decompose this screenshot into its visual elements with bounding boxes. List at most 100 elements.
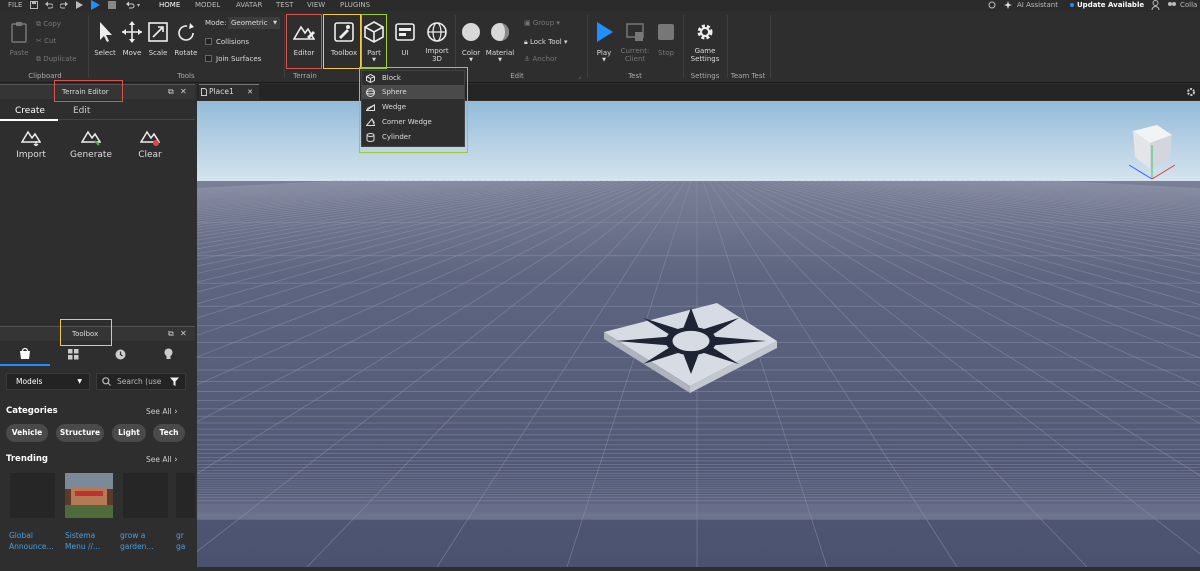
editor-highlight-box (286, 14, 322, 69)
creations-bulb-icon[interactable] (164, 348, 173, 360)
viewport-settings-gear-icon[interactable] (1186, 87, 1196, 97)
group-icon: ▣ (524, 19, 533, 27)
tab-create[interactable]: Create (15, 106, 45, 116)
menu-plugins[interactable]: PLUGINS (340, 1, 370, 10)
collaborate-icon[interactable] (1167, 1, 1176, 9)
group-button[interactable]: ▣ Group ▾ (524, 19, 560, 27)
mode-dropdown[interactable]: Geometric ▼ (228, 17, 280, 29)
ai-sparkle-icon[interactable] (1004, 1, 1012, 9)
trending-tile-caption[interactable]: Global Announce... (9, 530, 63, 552)
rotate-tool-button[interactable]: Rotate (172, 21, 200, 57)
stop-button[interactable]: Stop (654, 21, 678, 57)
play-blue-icon[interactable] (90, 0, 100, 10)
copy-button[interactable]: ⧉ Copy (36, 20, 61, 29)
team-test-group-label: Team Test (730, 72, 766, 80)
tab-edit[interactable]: Edit (73, 106, 90, 116)
cut-button[interactable]: ✂ Cut (36, 37, 56, 45)
category-chip-tech[interactable]: Tech (153, 424, 185, 442)
toolbox-popout-icon[interactable]: ⧉ (168, 329, 174, 339)
stop-small-icon[interactable] (108, 1, 116, 9)
join-surfaces-checkbox[interactable]: Join Surfaces (205, 55, 261, 63)
color-button[interactable]: Color ▼ (458, 21, 484, 63)
category-chip-vehicle[interactable]: Vehicle (6, 424, 48, 442)
trending-tile-caption[interactable]: grow a garden... (120, 530, 174, 552)
terrain-generate-button[interactable]: Generate (66, 128, 116, 160)
trending-tile-thumbnail[interactable] (10, 473, 55, 518)
3d-viewport[interactable] (197, 101, 1200, 567)
share-icon[interactable] (1151, 0, 1160, 10)
categories-see-all-link[interactable]: See All › (146, 407, 178, 417)
asset-type-dropdown[interactable]: Models ▼ (6, 373, 90, 390)
test-group-label: Test (628, 72, 642, 80)
sky (197, 101, 1200, 181)
material-button[interactable]: Material ▼ (484, 21, 516, 63)
category-chip-structure[interactable]: Structure (56, 424, 104, 442)
rotate-icon (178, 23, 194, 41)
ui-button[interactable]: UI (393, 21, 417, 57)
update-available-button[interactable]: Update Available (1077, 1, 1144, 10)
mode-label: Mode: (205, 19, 227, 27)
menu-view[interactable]: VIEW (307, 1, 325, 10)
scale-tool-button[interactable]: Scale (146, 21, 170, 57)
menu-avatar[interactable]: AVATAR (236, 1, 262, 10)
part-highlight-box (361, 14, 387, 69)
category-chip-light[interactable]: Light (112, 424, 146, 442)
menu-test[interactable]: TEST (276, 1, 293, 10)
trending-see-all-link[interactable]: See All › (146, 455, 178, 465)
ai-assistant-button[interactable]: AI Assistant (1017, 1, 1058, 10)
menu-home[interactable]: HOME (159, 1, 181, 12)
trending-tile-thumbnail[interactable] (123, 473, 168, 518)
collaborate-label[interactable]: Colla (1180, 1, 1197, 10)
current-client-button[interactable]: Current: Client (618, 21, 652, 63)
toolbox-close-icon[interactable]: ✕ (180, 329, 187, 338)
tab-place1[interactable]: Place1 ✕ (199, 84, 259, 100)
undo-small-icon[interactable] (45, 1, 53, 9)
menu-model[interactable]: MODEL (195, 1, 220, 10)
game-settings-button[interactable]: Game Settings (688, 21, 722, 63)
stop-icon (658, 24, 674, 40)
select-tool-button[interactable]: Select (92, 21, 118, 57)
import-3d-button[interactable]: Import 3D (422, 21, 452, 63)
redo-small-icon[interactable] (60, 1, 68, 9)
filter-icon[interactable] (170, 377, 179, 386)
ribbon: Paste ⧉ Copy ✂ Cut ⧉ Duplicate Clipboard… (0, 11, 1200, 83)
lock-tool-button[interactable]: 🔒︎ Lock Tool ▾ (524, 38, 568, 47)
settings-small-icon[interactable] (988, 1, 996, 9)
play-button[interactable]: Play ▼ (592, 21, 616, 63)
tab-close-icon[interactable]: ✕ (247, 85, 253, 99)
popout-icon[interactable]: ⧉ (168, 87, 174, 97)
edit-expand-icon[interactable]: ⌟ (578, 73, 581, 80)
trending-tile-thumbnail[interactable] (176, 473, 195, 518)
terrain-clear-button[interactable]: Clear (132, 128, 168, 160)
trending-tile-caption[interactable]: Sistema Menu //... (65, 530, 119, 552)
play-small-icon[interactable] (75, 1, 83, 9)
undo-icon[interactable] (126, 1, 135, 9)
trending-tile-thumbnail[interactable] (65, 473, 113, 518)
collisions-checkbox[interactable]: Collisions (205, 38, 249, 46)
inventory-grid-icon[interactable] (68, 349, 79, 360)
trending-tile-caption[interactable]: gr ga (176, 530, 194, 552)
material-chevron-icon: ▼ (498, 57, 502, 63)
tools-group-label: Tools (177, 72, 195, 80)
color-chevron-icon: ▼ (469, 57, 473, 63)
move-tool-button[interactable]: Move (120, 21, 144, 57)
marketplace-tab-icon[interactable] (19, 347, 31, 359)
client-icon (626, 23, 644, 41)
part-menu-highlight-box (359, 67, 468, 153)
recent-clock-icon[interactable] (115, 349, 126, 360)
close-icon[interactable]: ✕ (180, 87, 187, 96)
duplicate-button[interactable]: ⧉ Duplicate (36, 55, 77, 64)
toolbox-search-input[interactable]: Search (use (96, 373, 186, 390)
terrain-generate-icon (81, 130, 101, 146)
paste-button[interactable]: Paste (6, 21, 32, 57)
status-strip (197, 567, 1200, 571)
move-icon (122, 21, 142, 43)
viewport-scene (197, 101, 1200, 567)
cursor-icon (100, 22, 112, 42)
terrain-tabs: Create Edit (0, 104, 195, 121)
anchor-button[interactable]: ⚓︎ Anchor (524, 55, 557, 63)
save-icon[interactable] (30, 1, 38, 9)
update-dot-icon (1070, 3, 1074, 7)
menu-file[interactable]: FILE (8, 1, 22, 10)
terrain-import-button[interactable]: Import (12, 128, 50, 160)
